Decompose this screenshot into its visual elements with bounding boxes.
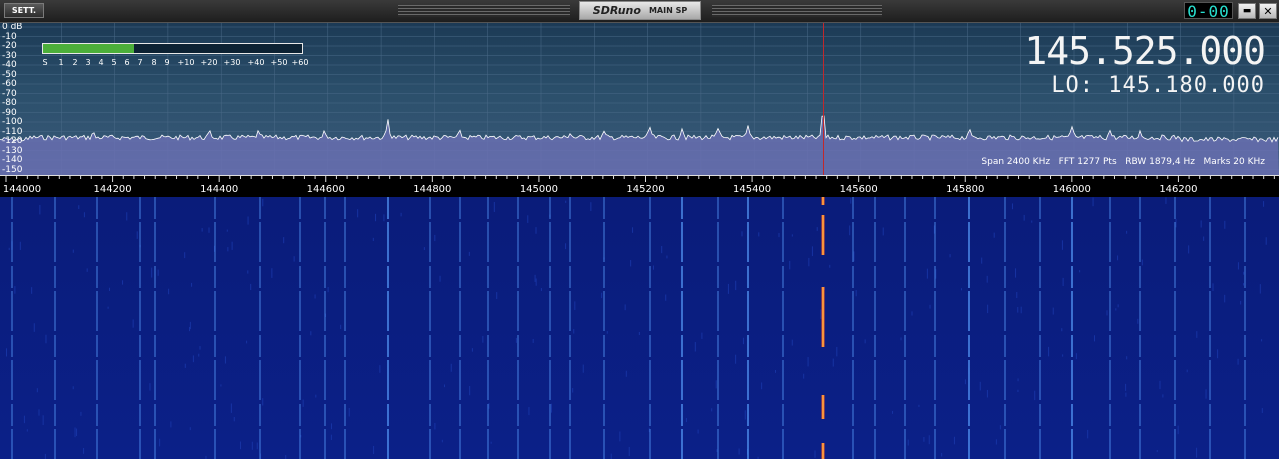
title-box: SDRuno MAIN SP [579, 1, 701, 20]
meter-scale-label: 1 [58, 58, 64, 67]
meter-scale-label: 5 [111, 58, 117, 67]
sdr-main-spectrum-window: SETT. SDRuno MAIN SP 0-00 ▬ ✕ 0 dB -10 -20… [0, 0, 1279, 459]
db-label: -100 [2, 117, 23, 127]
db-label: -20 [2, 41, 17, 51]
axis-label: 144600 [306, 184, 345, 195]
panel-name: MAIN SP [648, 6, 688, 15]
meter-scale-label: 3 [85, 58, 91, 67]
frequency-display[interactable]: 145.525.000 [1024, 31, 1266, 71]
waterfall-traces [6, 197, 1267, 459]
meter-scale-label: +60 [291, 58, 309, 67]
axis-label: 144000 [2, 184, 42, 195]
tuning-marker[interactable] [823, 23, 824, 175]
signal-meter [42, 43, 303, 54]
axis-label: 144400 [200, 184, 239, 195]
axis-label: 145800 [946, 184, 985, 195]
meter-scale-label: 6 [124, 58, 130, 67]
app-name: SDRuno [592, 4, 641, 17]
minimize-button[interactable]: ▬ [1238, 3, 1256, 19]
marks-label: Marks 20 KHz [1203, 157, 1265, 167]
meter-scale-label: +10 [177, 58, 195, 67]
axis-label: 146000 [1052, 184, 1091, 195]
axis-label: 144800 [413, 184, 452, 195]
meter-scale-label: +30 [223, 58, 241, 67]
meter-scale-label: +50 [270, 58, 288, 67]
axis-label: 145000 [519, 184, 558, 195]
db-label: -150 [2, 164, 23, 175]
meter-scale-label: 9 [164, 58, 170, 67]
drag-grip-left[interactable] [398, 5, 570, 17]
meter-scale-label: +40 [247, 58, 265, 67]
drag-grip-right[interactable] [712, 5, 882, 17]
rbw-label: RBW 1879,4 Hz [1125, 157, 1195, 167]
db-label: -140 [2, 155, 23, 165]
db-label: -40 [2, 60, 17, 70]
close-button[interactable]: ✕ [1259, 3, 1277, 19]
meter-scale-label: 7 [137, 58, 143, 67]
title-bar[interactable]: SETT. SDRuno MAIN SP 0-00 ▬ ✕ [0, 0, 1279, 23]
db-label: -120 [2, 136, 23, 146]
db-label: -80 [2, 98, 17, 108]
lo-frequency-display: LO: 145.180.000 [1051, 73, 1265, 98]
meter-scale-label: S [42, 58, 48, 67]
meter-scale-label: 2 [72, 58, 78, 67]
axis-label: 145400 [732, 184, 772, 195]
close-icon: ✕ [1263, 4, 1273, 18]
spectrum-info: Span 2400 KHz FFT 1277 Pts RBW 1879,4 Hz… [981, 157, 1265, 167]
axis-label: 145200 [626, 184, 665, 195]
minimize-icon: ▬ [1242, 6, 1252, 16]
span-label: Span 2400 KHz [981, 157, 1051, 167]
vfo-indicator: 0-00 [1184, 2, 1233, 20]
meter-scale-label: +20 [200, 58, 218, 67]
db-label: 0 dB [2, 23, 23, 32]
waterfall-display[interactable] [0, 197, 1279, 459]
axis-label: 144200 [93, 184, 132, 195]
frequency-axis: 144000 144200 144400 144600 144800 145000 1452… [0, 175, 1279, 198]
axis-label: 146200 [1159, 184, 1198, 195]
meter-scale-label: 4 [98, 58, 104, 67]
meter-scale-label: 8 [151, 58, 157, 67]
signal-meter-fill [43, 44, 134, 53]
fft-label: FFT 1277 Pts [1058, 157, 1117, 167]
settings-button[interactable]: SETT. [4, 3, 44, 18]
db-label: -60 [2, 79, 17, 89]
spectrum-display[interactable]: 0 dB -10 -20 -30 -40 -50 -60 -70 -80 -90 -100 -110-… [0, 23, 1279, 175]
axis-label: 145600 [839, 184, 878, 195]
